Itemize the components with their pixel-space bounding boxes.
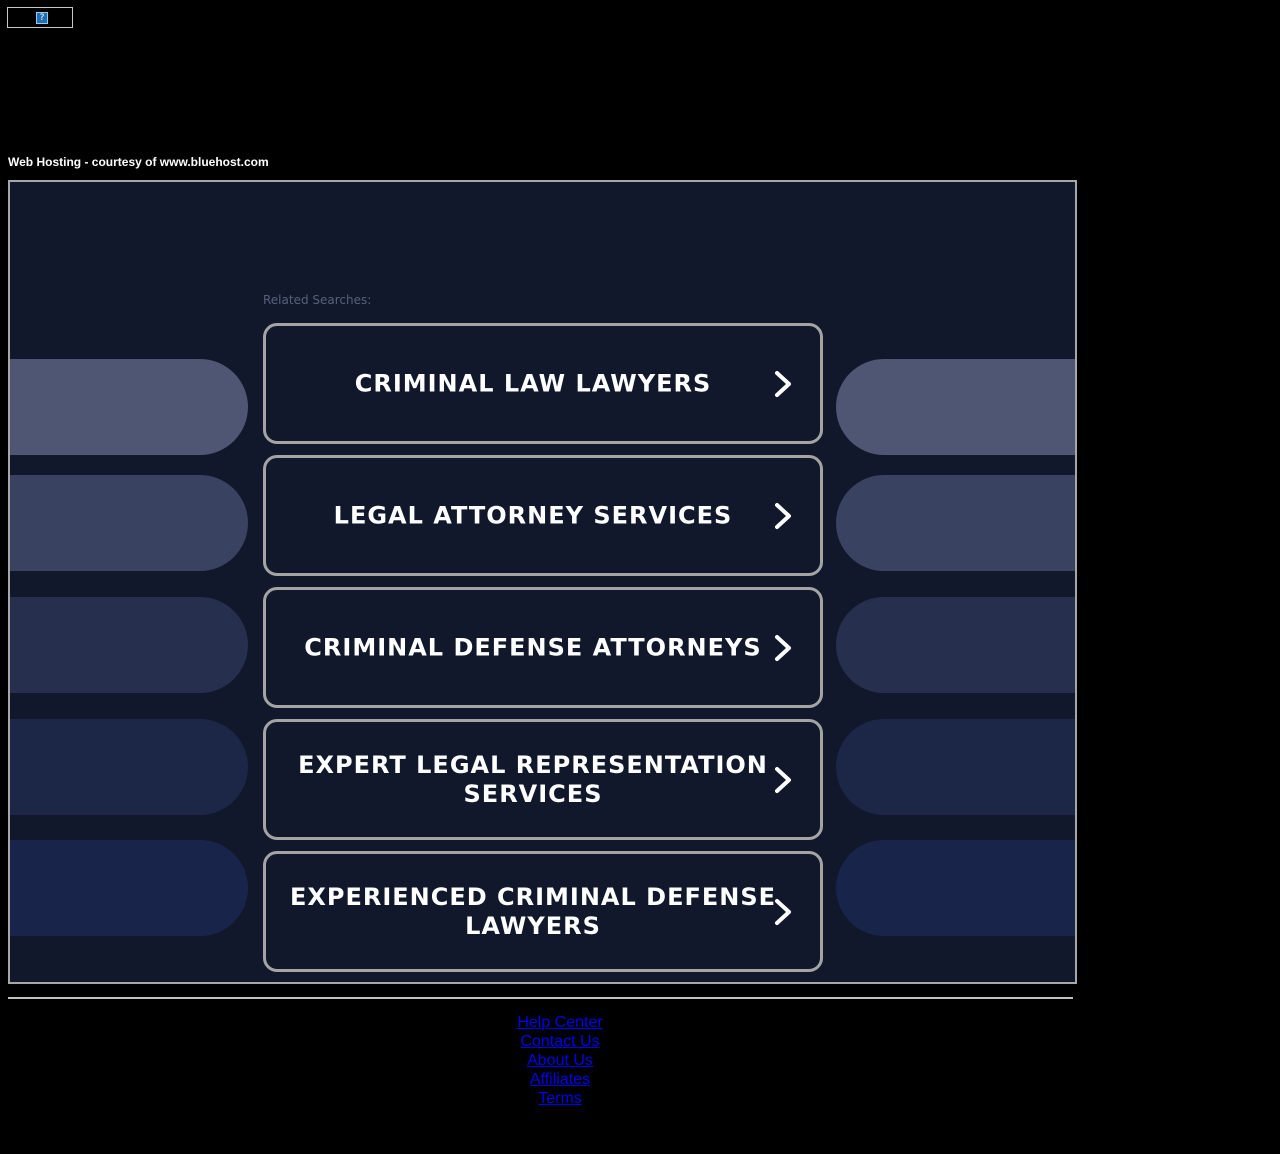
- footer-link-help-center[interactable]: Help Center: [460, 1013, 660, 1032]
- related-searches-label: Related Searches:: [263, 293, 372, 307]
- search-button-expert-legal-representation-services[interactable]: EXPERT LEGAL REPRESENTATION SERVICES: [263, 719, 823, 840]
- decorative-pill-right-1: [836, 359, 1075, 455]
- search-button-criminal-defense-attorneys[interactable]: CRIMINAL DEFENSE ATTORNEYS: [263, 587, 823, 708]
- chevron-right-icon: [775, 767, 791, 793]
- search-button-label: CRIMINAL LAW LAWYERS: [354, 369, 712, 397]
- decorative-pill-right-2: [836, 475, 1075, 571]
- search-button-label: EXPERT LEGAL REPRESENTATION SERVICES: [298, 750, 768, 808]
- decorative-pill-left-4: [10, 719, 248, 815]
- footer-divider: [8, 997, 1073, 999]
- decorative-pill-right-5: [836, 840, 1075, 936]
- footer-link-affiliates[interactable]: Affiliates: [460, 1070, 660, 1089]
- decorative-pill-left-3: [10, 597, 248, 693]
- footer-link-about-us[interactable]: About Us: [460, 1051, 660, 1070]
- search-button-label: LEGAL ATTORNEY SERVICES: [333, 501, 733, 529]
- search-button-label: EXPERIENCED CRIMINAL DEFENSE LAWYERS: [289, 882, 777, 940]
- chevron-right-icon: [775, 371, 791, 397]
- broken-image-icon: ?: [36, 12, 48, 24]
- decorative-pill-left-5: [10, 840, 248, 936]
- decorative-pill-right-3: [836, 597, 1075, 693]
- footer-link-terms[interactable]: Terms: [460, 1089, 660, 1108]
- search-button-criminal-law-lawyers[interactable]: CRIMINAL LAW LAWYERS: [263, 323, 823, 444]
- broken-image-box[interactable]: ?: [7, 7, 73, 28]
- footer-links: Help Center Contact Us About Us Affiliat…: [460, 1013, 660, 1108]
- footer-link-contact-us[interactable]: Contact Us: [460, 1032, 660, 1051]
- search-button-experienced-criminal-defense-lawyers[interactable]: EXPERIENCED CRIMINAL DEFENSE LAWYERS: [263, 851, 823, 972]
- page: ? Web Hosting - courtesy of www.bluehost…: [0, 0, 1280, 1154]
- search-button-legal-attorney-services[interactable]: LEGAL ATTORNEY SERVICES: [263, 455, 823, 576]
- search-button-label: CRIMINAL DEFENSE ATTORNEYS: [304, 633, 762, 661]
- decorative-pill-left-1: [10, 359, 248, 455]
- parked-domain-frame: Related Searches: CRIMINAL LAW LAWYERS L…: [8, 180, 1077, 984]
- chevron-right-icon: [775, 899, 791, 925]
- hosting-credit-text: Web Hosting - courtesy of www.bluehost.c…: [8, 155, 269, 169]
- decorative-pill-right-4: [836, 719, 1075, 815]
- chevron-right-icon: [775, 503, 791, 529]
- decorative-pill-left-2: [10, 475, 248, 571]
- chevron-right-icon: [775, 635, 791, 661]
